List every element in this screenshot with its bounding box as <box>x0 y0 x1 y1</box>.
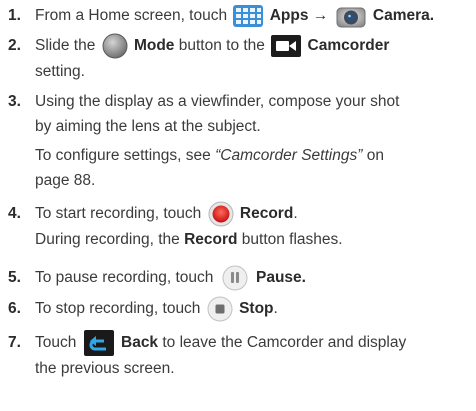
pause-label: Pause. <box>256 269 306 287</box>
record-icon <box>208 201 234 227</box>
step-number: 7. <box>8 334 21 351</box>
mode-slider-icon <box>102 33 128 59</box>
step-2: 2. Slide the Mode button to the Camcorde… <box>0 33 476 84</box>
punctuation: . <box>273 300 278 318</box>
note-text: on <box>366 147 384 164</box>
step-text: the previous screen. <box>35 360 175 377</box>
note-text: button flashes. <box>241 231 343 248</box>
step-number: 5. <box>8 269 21 286</box>
step-1: 1. From a Home screen, touch Apps → Came… <box>0 3 476 28</box>
step-text: From a Home screen, touch <box>35 7 228 24</box>
step-6: 6. To stop recording, touch Stop. <box>0 296 476 322</box>
step-text: by aiming the lens at the subject. <box>35 118 261 135</box>
step-text: To start recording, touch <box>35 205 202 223</box>
stop-icon <box>207 296 233 322</box>
note-text: During recording, the <box>35 231 180 248</box>
step-text: setting. <box>35 63 85 80</box>
step-7: 7. Touch Back to leave the Camcorder and… <box>0 330 476 381</box>
camcorder-icon <box>271 35 302 57</box>
arrow-symbol: → <box>312 7 329 24</box>
note-text: page 88. <box>35 172 96 189</box>
step-text: To stop recording, touch <box>35 300 201 318</box>
record-label: Record <box>184 231 238 248</box>
step-number: 2. <box>8 37 21 54</box>
step-text: to leave the Camcorder and display <box>162 334 407 352</box>
step-text: Slide the <box>35 37 96 55</box>
pause-icon <box>222 265 248 291</box>
step-5: 5. To pause recording, touch Pause. <box>0 265 476 291</box>
apps-icon <box>233 4 264 27</box>
back-icon <box>83 330 114 356</box>
note-text: To configure settings, see <box>35 147 211 164</box>
step-text: To pause recording, touch <box>35 269 214 287</box>
step-text: button to the <box>178 37 265 55</box>
camcorder-label: Camcorder <box>307 37 390 55</box>
stop-label: Stop <box>239 300 274 318</box>
camera-icon <box>336 4 366 28</box>
record-label: Record <box>239 205 294 223</box>
instruction-document: 1. From a Home screen, touch Apps → Came… <box>0 0 476 411</box>
camera-label: Camera. <box>372 7 435 24</box>
cross-reference-link: “Camcorder Settings” <box>215 147 363 164</box>
mode-label: Mode <box>133 37 175 55</box>
step-number: 3. <box>8 93 21 110</box>
step-number: 6. <box>8 300 21 317</box>
step-text: Using the display as a viewfinder, compo… <box>35 93 400 110</box>
punctuation: . <box>293 205 298 223</box>
step-number: 1. <box>8 7 21 24</box>
step-4: 4. To start recording, touch Record. Dur… <box>0 201 476 252</box>
step-text: Touch <box>35 334 77 352</box>
step-number: 4. <box>8 205 21 222</box>
apps-label: Apps <box>269 7 309 24</box>
back-label: Back <box>121 334 159 352</box>
step-3: 3. Using the display as a viewfinder, co… <box>0 89 476 193</box>
